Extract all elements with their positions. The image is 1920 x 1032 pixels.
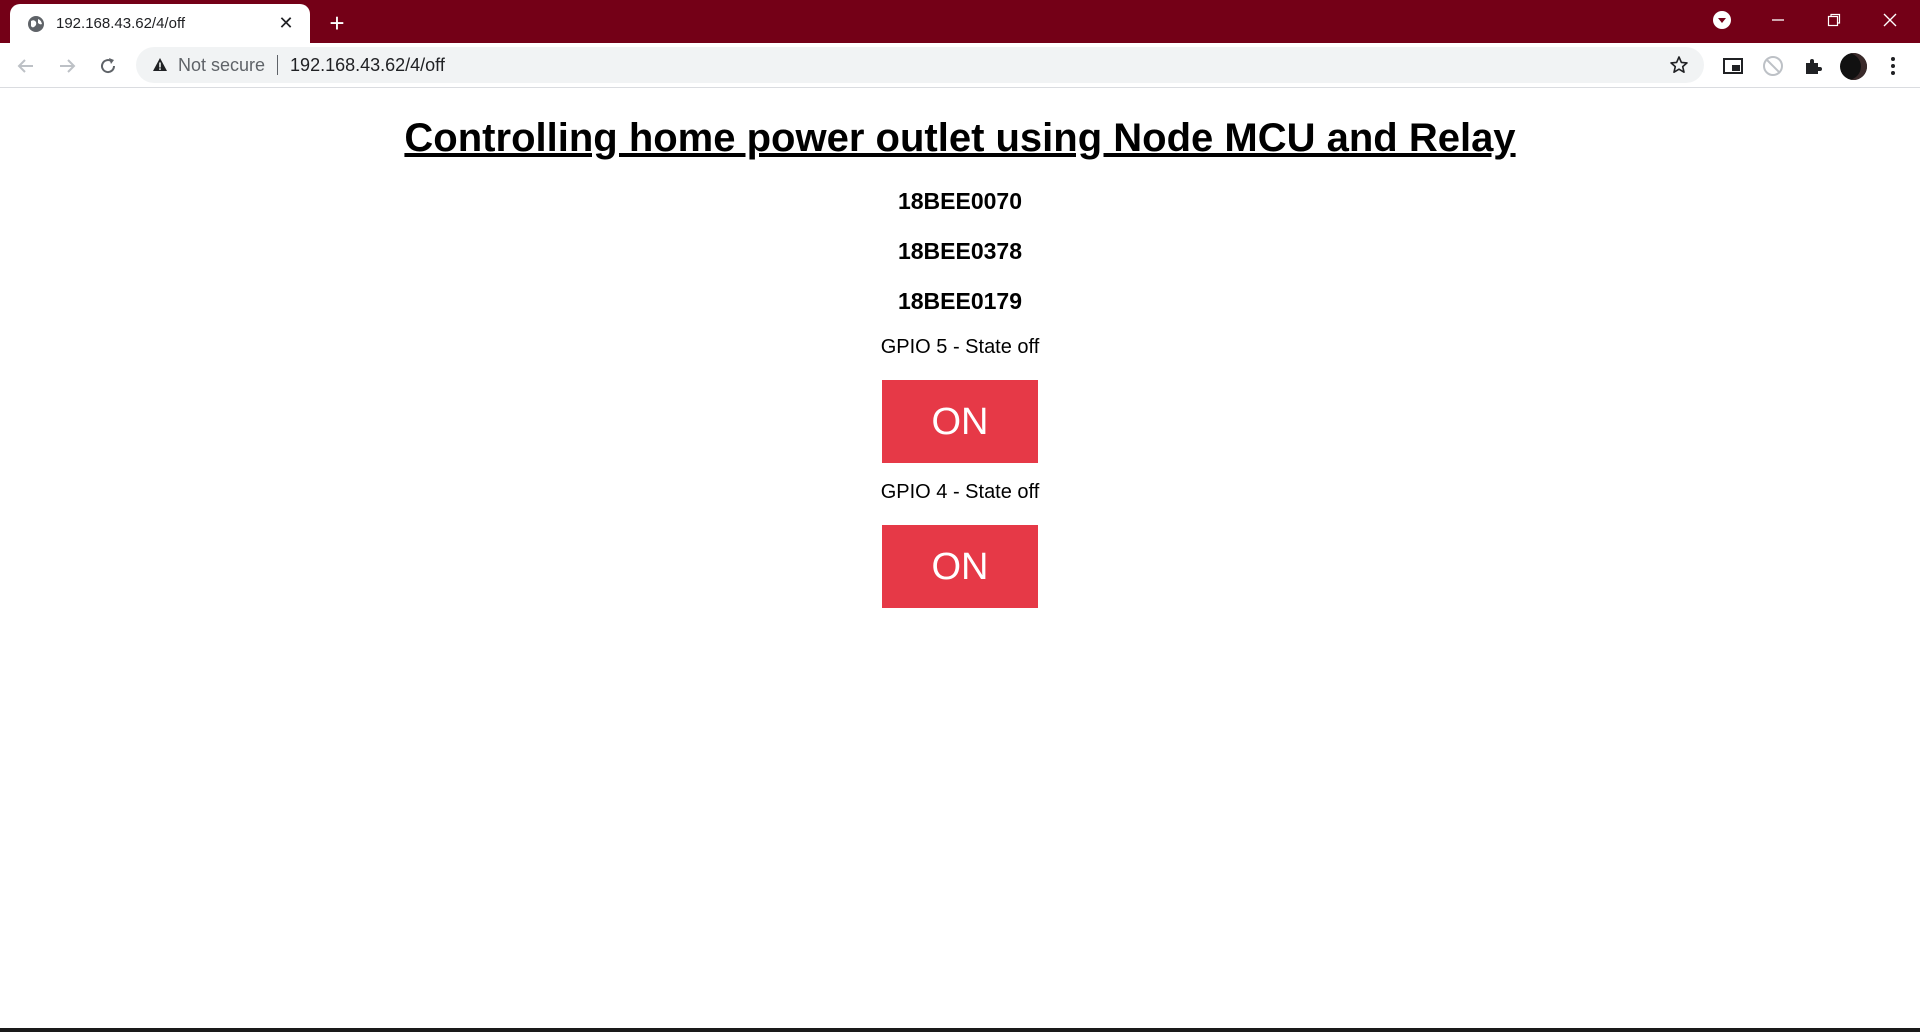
url-text[interactable]: 192.168.43.62/4/off — [290, 55, 445, 76]
gpio-4-control: GPIO 4 - State off ON — [0, 477, 1920, 608]
globe-icon — [26, 14, 46, 34]
gpio-5-control: GPIO 5 - State off ON — [0, 332, 1920, 463]
profile-avatar[interactable] — [1838, 51, 1868, 81]
gpio-5-on-button[interactable]: ON — [882, 380, 1038, 463]
picture-in-picture-icon[interactable] — [1718, 51, 1748, 81]
address-bar[interactable]: Not secure 192.168.43.62/4/off — [136, 47, 1704, 83]
browser-toolbar: Not secure 192.168.43.62/4/off — [0, 43, 1920, 88]
student-id-list: 18BEE0070 18BEE0378 18BEE0179 — [0, 176, 1920, 326]
student-id: 18BEE0378 — [897, 238, 1023, 264]
tab-search-icon[interactable] — [1694, 0, 1750, 40]
security-label[interactable]: Not secure — [178, 55, 265, 76]
student-id: 18BEE0070 — [897, 188, 1023, 214]
page-title: Controlling home power outlet using Node… — [404, 116, 1516, 160]
reload-icon[interactable] — [92, 50, 124, 82]
bookmark-star-icon[interactable] — [1668, 54, 1690, 76]
forward-arrow-icon[interactable] — [51, 50, 83, 82]
minimize-icon[interactable] — [1750, 0, 1806, 40]
browser-titlebar: 192.168.43.62/4/off ✕ + — [0, 0, 1920, 43]
gpio-4-state: GPIO 4 - State off — [880, 481, 1040, 503]
close-tab-icon[interactable]: ✕ — [274, 12, 298, 36]
page-content: Controlling home power outlet using Node… — [0, 88, 1920, 1028]
new-tab-button[interactable]: + — [322, 8, 352, 38]
gpio-4-on-button[interactable]: ON — [882, 525, 1038, 608]
student-id: 18BEE0179 — [897, 288, 1023, 314]
warning-icon[interactable] — [150, 55, 170, 75]
extension-badge-icon[interactable] — [1758, 51, 1788, 81]
separator — [277, 55, 279, 75]
puzzle-extensions-icon[interactable] — [1798, 51, 1828, 81]
taskbar-edge — [0, 1028, 1920, 1032]
close-window-icon[interactable] — [1862, 0, 1918, 40]
gpio-5-state: GPIO 5 - State off — [880, 336, 1040, 358]
tab-title: 192.168.43.62/4/off — [56, 15, 186, 32]
kebab-menu-icon[interactable] — [1878, 51, 1908, 81]
browser-tab[interactable]: 192.168.43.62/4/off ✕ — [10, 4, 310, 43]
restore-icon[interactable] — [1806, 0, 1862, 40]
back-arrow-icon[interactable] — [10, 50, 42, 82]
